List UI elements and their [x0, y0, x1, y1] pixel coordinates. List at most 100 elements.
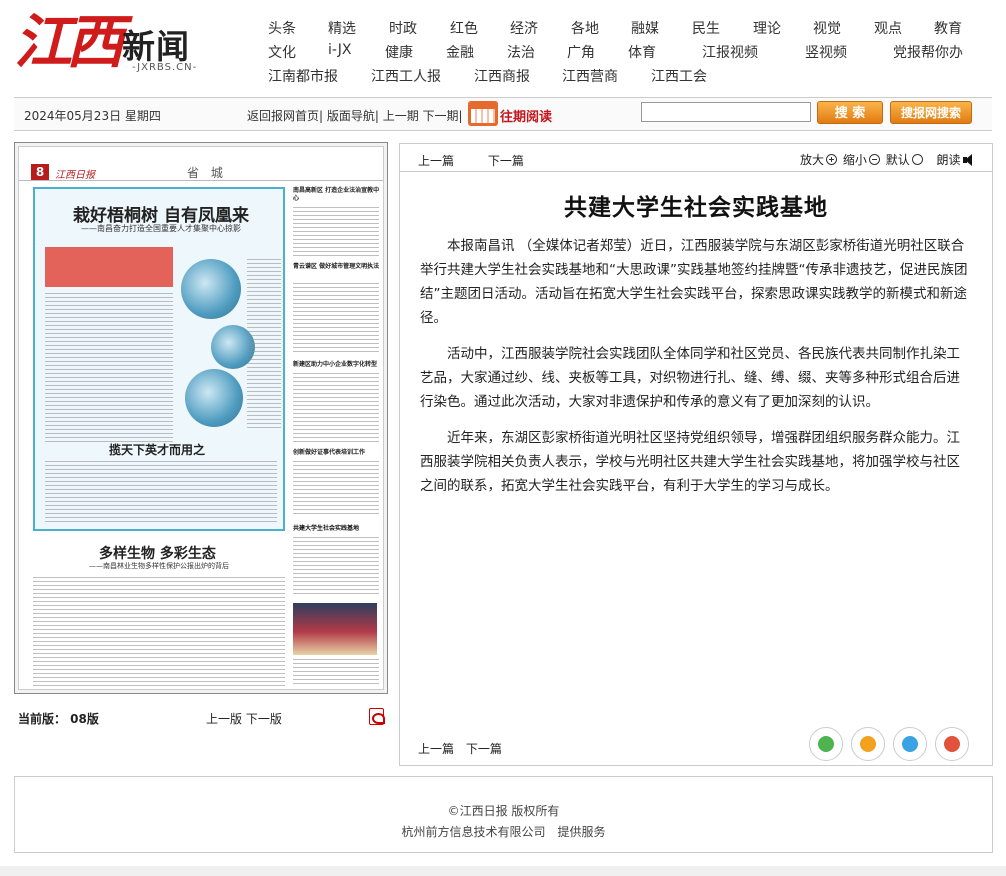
calendar-icon[interactable] [468, 101, 498, 126]
text-column [293, 207, 379, 257]
side-headline[interactable]: 青云谱区 做好城市管理文明执法 [293, 263, 381, 271]
prev-article-link[interactable]: 上一篇 [418, 742, 454, 756]
zoom-in-link[interactable]: 放大 [800, 153, 824, 167]
nav-row-1: 头条 精选 时政 红色 经济 各地 融媒 民生 理论 视觉 观点 教育 [268, 18, 998, 42]
default-size-icon[interactable] [911, 154, 923, 165]
site-logo[interactable]: 江西 新闻 -JXRBS.CN- [12, 6, 212, 84]
article-prev-next-bottom: 上一篇 下一篇 [418, 740, 502, 757]
qq-share-icon[interactable] [893, 727, 927, 761]
site-search-button[interactable]: 搜报网搜索 [890, 101, 972, 124]
side-photo [293, 603, 377, 655]
photo [181, 259, 241, 319]
wechat-share-icon[interactable] [809, 727, 843, 761]
nav-item[interactable]: 江西工人报 [371, 66, 441, 86]
nav-item[interactable]: 时政 [389, 18, 417, 38]
nav-item[interactable]: 党报帮你办 [893, 42, 963, 62]
current-date: 2024年05月23日 星期四 [24, 109, 161, 123]
newspaper-page-number: 8 [31, 164, 49, 180]
article-title: 共建大学生社会实践基地 [564, 195, 828, 221]
article-panel: 上一篇 下一篇 放大 缩小 默认 朗读 共建大学生社会实践基地 本报南昌讯 （全… [399, 143, 993, 766]
default-size-link[interactable]: 默认 [886, 153, 910, 167]
text-column [33, 577, 285, 687]
site-footer: ©江西日报 版权所有 杭州前方信息技术有限公司 提供服务 [14, 776, 993, 853]
nav-item[interactable]: 头条 [268, 18, 296, 38]
nav-item[interactable]: 红色 [450, 18, 478, 38]
nav-item[interactable]: 理论 [753, 18, 781, 38]
nav-item[interactable]: 民生 [692, 18, 720, 38]
text-column [45, 461, 277, 525]
newspaper-masthead: 8 江西日报 省 城 [19, 147, 383, 181]
nav-item[interactable]: 广角 [567, 42, 595, 62]
nav-item[interactable]: 视觉 [813, 18, 841, 38]
article-prev-next-top: 上一篇 下一篇 [418, 152, 524, 169]
text-column [293, 537, 379, 597]
nav-item[interactable]: 文化 [268, 42, 296, 62]
page-prev-next[interactable]: 上一版 下一版 [206, 710, 282, 727]
side-headline-active[interactable]: 共建大学生社会实践基地 [293, 525, 381, 533]
text-column [293, 461, 379, 517]
page-thumbnail-panel: 8 江西日报 省 城 栽好梧桐树 自有凤凰来 ——南昌奋力打造全国重要人才集聚中… [14, 142, 388, 694]
text-column [293, 659, 379, 687]
text-column [45, 293, 173, 443]
newspaper-section: 省 城 [187, 166, 227, 180]
nav-item[interactable]: 江西营商 [562, 66, 618, 86]
prev-article-link[interactable]: 上一篇 [418, 154, 454, 168]
nav-item[interactable]: 各地 [571, 18, 599, 38]
feature-subheadline: ——南昌奋力打造全国重要人才集聚中心掠影 [81, 224, 241, 233]
text-column [293, 283, 379, 355]
main-nav: 头条 精选 时政 红色 经济 各地 融媒 民生 理论 视觉 观点 教育 文化 i… [268, 18, 998, 90]
side-headline[interactable]: 创新做好证事代表培训工作 [293, 449, 381, 457]
article-toolbar: 上一篇 下一篇 放大 缩小 默认 朗读 [400, 144, 992, 172]
zoom-out-link[interactable]: 缩小 [843, 153, 867, 167]
nav-item[interactable]: 教育 [934, 18, 962, 38]
nav-row-3: 江南都市报 江西工人报 江西商报 江西营商 江西工会 [268, 66, 998, 90]
nav-item[interactable]: 江西工会 [651, 66, 707, 86]
nav-item[interactable]: 江报视频 [702, 42, 758, 62]
photo [185, 369, 243, 427]
nav-row-2: 文化 i-JX 健康 金融 法治 广角 体育 江报视频 竖视频 党报帮你办 [268, 42, 998, 66]
lower-subheadline: ——南昌林业生物多样性保护公报出炉的背后 [89, 562, 229, 570]
current-page-label: 当前版： 08版 [18, 712, 99, 726]
logo-big: 江西 [14, 8, 124, 76]
service-provider-text: 杭州前方信息技术有限公司 提供服务 [401, 825, 606, 839]
side-headline[interactable]: 新建区助力中小企业数字化转型 [293, 361, 381, 369]
nav-item[interactable]: 经济 [510, 18, 538, 38]
text-column [247, 259, 281, 429]
article-paragraph: 近年来，东湖区彭家桥街道光明社区坚持党组织领导，增强群团组织服务群众能力。江西服… [420, 430, 960, 494]
zoom-in-icon[interactable] [826, 154, 838, 165]
newspaper-brand: 江西日报 [55, 170, 95, 181]
article-paragraph: 本报南昌讯 （全媒体记者郑莹）近日，江西服装学院与东湖区彭家桥街道光明社区联合举… [420, 238, 968, 326]
search-button[interactable]: 搜 索 [817, 101, 883, 124]
side-headline[interactable]: 南昌高新区 打造企业法治宣教中心 [293, 187, 381, 203]
nav-item[interactable]: i-JX [328, 42, 351, 58]
nav-item[interactable]: 竖视频 [805, 42, 847, 62]
nav-item[interactable]: 江南都市报 [268, 66, 338, 86]
newspaper-feature-block[interactable]: 栽好梧桐树 自有凤凰来 ——南昌奋力打造全国重要人才集聚中心掠影 揽天下英才而用… [33, 187, 285, 531]
nav-item[interactable]: 精选 [328, 18, 356, 38]
read-aloud-link[interactable]: 朗读 [937, 153, 961, 167]
nav-item[interactable]: 金融 [446, 42, 474, 62]
search-input[interactable] [641, 102, 811, 122]
toolbar-links[interactable]: 返回报网首页| 版面导航| 上一期 下一期| [247, 107, 463, 124]
logo-small: 新闻 [122, 27, 190, 66]
copyright-text: ©江西日报 版权所有 [447, 804, 560, 818]
speaker-icon[interactable] [962, 154, 977, 166]
next-article-link[interactable]: 下一篇 [488, 154, 524, 168]
nav-item[interactable]: 观点 [874, 18, 902, 38]
nav-item[interactable]: 法治 [507, 42, 535, 62]
bottom-strip [0, 866, 1006, 876]
favorite-share-icon[interactable] [851, 727, 885, 761]
next-article-link[interactable]: 下一篇 [466, 742, 502, 756]
weibo-share-icon[interactable] [935, 727, 969, 761]
font-tools: 放大 缩小 默认 朗读 [800, 151, 977, 168]
past-issues-link[interactable]: 往期阅读 [500, 106, 552, 125]
pdf-icon[interactable] [369, 708, 385, 725]
zoom-out-icon[interactable] [868, 154, 880, 165]
feature-subtitle: 揽天下英才而用之 [109, 443, 206, 457]
nav-item[interactable]: 健康 [385, 42, 413, 62]
nav-item[interactable]: 融媒 [631, 18, 659, 38]
newspaper-page-image[interactable]: 8 江西日报 省 城 栽好梧桐树 自有凤凰来 ——南昌奋力打造全国重要人才集聚中… [18, 146, 384, 690]
lower-headline[interactable]: 多样生物 多彩生态 [99, 543, 216, 563]
nav-item[interactable]: 江西商报 [474, 66, 530, 86]
nav-item[interactable]: 体育 [628, 42, 656, 62]
